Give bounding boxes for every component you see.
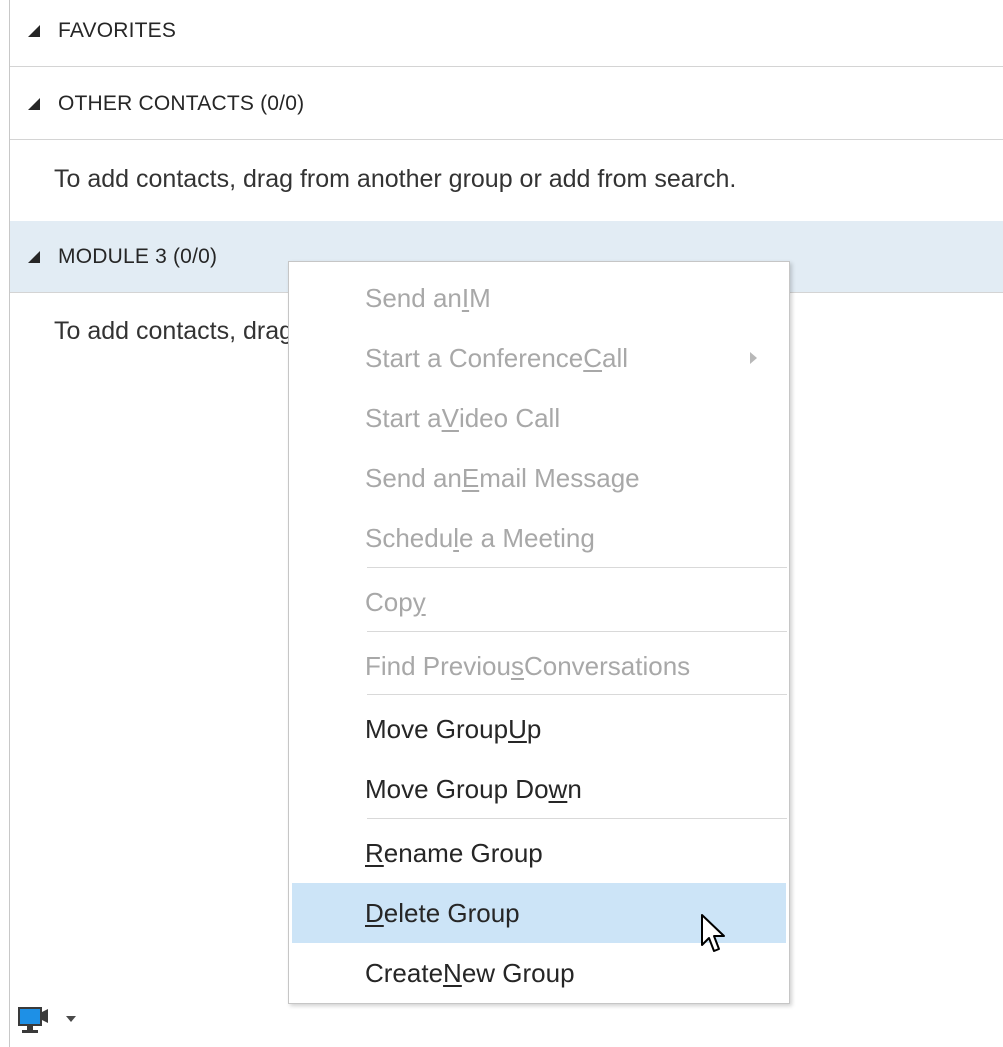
menu-label: Move Group bbox=[365, 713, 509, 744]
menu-label: Start a bbox=[365, 402, 442, 433]
access-key: U bbox=[508, 713, 527, 744]
menu-label: p bbox=[526, 713, 542, 744]
menu-item-start-video-call[interactable]: Start a Video Call bbox=[292, 388, 786, 448]
group-header-other-contacts[interactable]: OTHER CONTACTS (0/0) bbox=[10, 68, 1003, 140]
menu-label: M bbox=[469, 282, 491, 313]
context-menu: Send an IM Start a Conference Call Start… bbox=[288, 261, 790, 1004]
access-key: V bbox=[441, 402, 459, 433]
collapse-triangle-icon[interactable] bbox=[10, 250, 58, 264]
caret-down-icon bbox=[66, 1016, 76, 1022]
access-key: D bbox=[365, 897, 384, 928]
collapse-triangle-icon[interactable] bbox=[10, 24, 58, 38]
menu-separator bbox=[367, 694, 787, 695]
pane-left-border bbox=[9, 0, 10, 1047]
presenting-monitor-icon[interactable] bbox=[18, 1002, 80, 1040]
access-key: R bbox=[365, 837, 384, 868]
empty-group-hint: To add contacts, drag from another group… bbox=[54, 165, 737, 193]
menu-item-copy[interactable]: Cop y bbox=[292, 572, 786, 632]
access-key: w bbox=[548, 773, 568, 804]
menu-separator bbox=[367, 818, 787, 819]
access-key: s bbox=[510, 650, 524, 681]
group-header-favorites[interactable]: FAVORITES bbox=[10, 0, 1003, 67]
access-key: I bbox=[461, 282, 470, 313]
menu-item-move-group-up[interactable]: Move Group Up bbox=[292, 699, 786, 759]
menu-label: ew Group bbox=[461, 957, 575, 988]
menu-label: elete Group bbox=[383, 897, 520, 928]
menu-item-start-conference-call[interactable]: Start a Conference Call bbox=[292, 328, 786, 388]
menu-separator bbox=[367, 567, 787, 568]
menu-item-find-previous-conversations[interactable]: Find Previou s Conversations bbox=[292, 636, 786, 696]
menu-item-rename-group[interactable]: Rename Group bbox=[292, 823, 786, 883]
menu-label: Create bbox=[365, 957, 444, 988]
menu-label: Cop bbox=[365, 586, 413, 617]
menu-item-send-im[interactable]: Send an IM bbox=[292, 268, 786, 328]
menu-label: Conversations bbox=[523, 650, 691, 681]
group-name: MODULE 3 (0/0) bbox=[58, 244, 218, 268]
group-name: FAVORITES bbox=[58, 18, 177, 42]
menu-separator bbox=[367, 631, 787, 632]
access-key: y bbox=[412, 586, 426, 617]
menu-label: ideo Call bbox=[458, 402, 561, 433]
access-key: E bbox=[461, 462, 480, 493]
menu-label: Move Group Do bbox=[365, 773, 549, 804]
menu-item-schedule-meeting[interactable]: Schedu l e a Meeting bbox=[292, 508, 786, 568]
menu-label: Start a Conference bbox=[365, 342, 584, 373]
collapse-triangle-icon[interactable] bbox=[10, 97, 58, 111]
submenu-arrow-icon bbox=[749, 328, 758, 388]
mouse-pointer-icon bbox=[700, 913, 728, 957]
menu-label: Find Previou bbox=[365, 650, 511, 681]
menu-label: e a Meeting bbox=[458, 522, 595, 553]
menu-label: n bbox=[567, 773, 582, 804]
menu-label: Send an bbox=[365, 462, 462, 493]
menu-label: mail Message bbox=[479, 462, 640, 493]
menu-item-send-email[interactable]: Send an Email Message bbox=[292, 448, 786, 508]
menu-item-move-group-down[interactable]: Move Group Do w n bbox=[292, 759, 786, 819]
menu-label: all bbox=[602, 342, 629, 373]
access-key: C bbox=[583, 342, 603, 373]
access-key: N bbox=[443, 957, 462, 988]
group-name: OTHER CONTACTS (0/0) bbox=[58, 91, 305, 115]
menu-label: Send an bbox=[365, 282, 462, 313]
menu-label: Schedu bbox=[365, 522, 454, 553]
menu-label: ename Group bbox=[383, 837, 543, 868]
